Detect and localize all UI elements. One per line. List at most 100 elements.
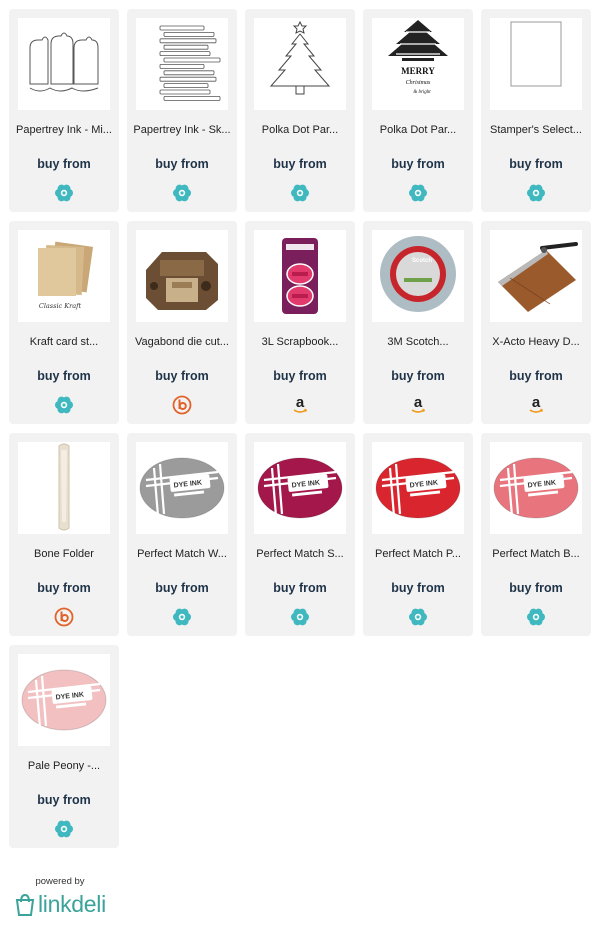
buy-from-link[interactable]: buy from: [245, 369, 355, 383]
svg-text:& bright: & bright: [413, 90, 431, 95]
svg-text:a: a: [414, 395, 423, 411]
amazon-icon: a: [529, 395, 544, 413]
product-card[interactable]: DYE INK Perfect Match B... buy from: [481, 433, 591, 636]
store-icon[interactable]: [54, 607, 74, 627]
product-title: Perfect Match B...: [492, 548, 580, 560]
product-card[interactable]: DYE INK Pale Peony -... buy from: [9, 645, 119, 848]
product-card[interactable]: X-Acto Heavy D... buy from a: [481, 221, 591, 424]
product-thumbnail[interactable]: Scotch: [372, 230, 464, 322]
product-title: Pale Peony -...: [27, 760, 101, 772]
foam-tape-icon: Scotch: [380, 236, 456, 312]
buy-from-link[interactable]: buy from: [9, 369, 119, 383]
buy-from-link[interactable]: buy from: [9, 157, 119, 171]
product-thumbnail[interactable]: [490, 230, 582, 322]
flower-icon: [173, 184, 191, 202]
paper-trimmer-icon: [498, 242, 578, 312]
product-thumbnail[interactable]: DYE INK: [18, 654, 110, 746]
product-thumbnail[interactable]: [136, 230, 228, 322]
buy-from-link[interactable]: buy from: [245, 581, 355, 595]
flower-icon: [409, 608, 427, 626]
product-card[interactable]: Papertrey Ink - Mi... buy from: [9, 9, 119, 212]
product-thumbnail[interactable]: [254, 230, 346, 322]
flower-icon: [55, 184, 73, 202]
product-card[interactable]: DYE INK Perfect Match P... buy from: [363, 433, 473, 636]
buy-from-link[interactable]: buy from: [481, 369, 591, 383]
product-title: Papertrey Ink - Sk...: [133, 124, 231, 136]
stamp-set-icon: MERRY Christmas & bright: [388, 20, 448, 95]
store-icon[interactable]: [172, 395, 192, 415]
store-icon[interactable]: [54, 395, 74, 415]
ink-pad-icon: DYE INK: [21, 669, 107, 731]
adhesive-pack-icon: [282, 238, 318, 314]
store-icon[interactable]: [526, 607, 546, 627]
buy-from-link[interactable]: buy from: [481, 157, 591, 171]
product-thumbnail[interactable]: [18, 442, 110, 534]
store-icon[interactable]: [408, 183, 428, 203]
product-title: Polka Dot Par...: [261, 124, 339, 136]
product-card[interactable]: Papertrey Ink - Sk... buy from: [127, 9, 237, 212]
product-card[interactable]: DYE INK Perfect Match W... buy from: [127, 433, 237, 636]
product-card[interactable]: Polka Dot Par... buy from: [245, 9, 355, 212]
product-card[interactable]: Stamper's Select... buy from: [481, 9, 591, 212]
product-card[interactable]: MERRY Christmas & bright Polka Dot Par..…: [363, 9, 473, 212]
product-title: Bone Folder: [34, 548, 94, 560]
product-card[interactable]: Classic Kraft Kraft card st... buy from: [9, 221, 119, 424]
flower-icon: [291, 184, 309, 202]
buy-from-link[interactable]: buy from: [127, 157, 237, 171]
product-thumbnail[interactable]: DYE INK: [136, 442, 228, 534]
flower-icon: [173, 608, 191, 626]
store-icon[interactable]: a: [290, 395, 310, 415]
svg-text:Christmas: Christmas: [406, 80, 431, 86]
product-card[interactable]: Bone Folder buy from: [9, 433, 119, 636]
product-thumbnail[interactable]: [490, 18, 582, 110]
product-thumbnail[interactable]: DYE INK: [372, 442, 464, 534]
buy-from-link[interactable]: buy from: [481, 581, 591, 595]
product-thumbnail[interactable]: [18, 18, 110, 110]
buy-from-link[interactable]: buy from: [363, 581, 473, 595]
ink-pad-icon: DYE INK: [493, 457, 579, 519]
product-thumbnail[interactable]: DYE INK: [490, 442, 582, 534]
buy-from-link[interactable]: buy from: [9, 793, 119, 807]
buy-from-link[interactable]: buy from: [363, 157, 473, 171]
store-icon[interactable]: [172, 183, 192, 203]
product-card[interactable]: 3L Scrapbook... buy from a: [245, 221, 355, 424]
store-icon[interactable]: [172, 607, 192, 627]
store-icon[interactable]: [54, 819, 74, 839]
buy-from-link[interactable]: buy from: [9, 581, 119, 595]
product-grid: Papertrey Ink - Mi... buy from Papertrey I…: [9, 9, 591, 848]
white-card-icon: [510, 21, 562, 87]
ink-pad-icon: DYE INK: [375, 457, 461, 519]
store-icon[interactable]: [290, 607, 310, 627]
store-icon[interactable]: [54, 183, 74, 203]
buy-from-link[interactable]: buy from: [127, 369, 237, 383]
store-icon[interactable]: [290, 183, 310, 203]
buy-from-link[interactable]: buy from: [363, 369, 473, 383]
product-thumbnail[interactable]: MERRY Christmas & bright: [372, 18, 464, 110]
product-title: Perfect Match P...: [374, 548, 461, 560]
store-icon[interactable]: [408, 607, 428, 627]
product-title: Perfect Match S...: [256, 548, 344, 560]
product-title: Papertrey Ink - Mi...: [16, 124, 112, 136]
product-thumbnail[interactable]: [254, 18, 346, 110]
product-title: 3M Scotch...: [387, 336, 449, 348]
product-thumbnail[interactable]: Classic Kraft: [18, 230, 110, 322]
flower-icon: [55, 820, 73, 838]
store-icon[interactable]: [526, 183, 546, 203]
product-title: Kraft card st...: [29, 336, 99, 348]
store-icon[interactable]: a: [526, 395, 546, 415]
tree-die-icon: [269, 20, 331, 95]
product-card[interactable]: Scotch 3M Scotch... buy from a: [363, 221, 473, 424]
die-machine-icon: [146, 252, 218, 310]
product-title: Vagabond die cut...: [135, 336, 229, 348]
amazon-icon: a: [411, 395, 426, 413]
product-card[interactable]: Vagabond die cut... buy from: [127, 221, 237, 424]
linkdeli-logo[interactable]: linkdeli: [14, 891, 114, 918]
buy-from-link[interactable]: buy from: [127, 581, 237, 595]
store-icon[interactable]: a: [408, 395, 428, 415]
buy-from-link[interactable]: buy from: [245, 157, 355, 171]
product-thumbnail[interactable]: DYE INK: [254, 442, 346, 534]
product-thumbnail[interactable]: [136, 18, 228, 110]
product-card[interactable]: DYE INK Perfect Match S... buy from: [245, 433, 355, 636]
product-title: Polka Dot Par...: [379, 124, 457, 136]
product-title: Perfect Match W...: [137, 548, 227, 560]
